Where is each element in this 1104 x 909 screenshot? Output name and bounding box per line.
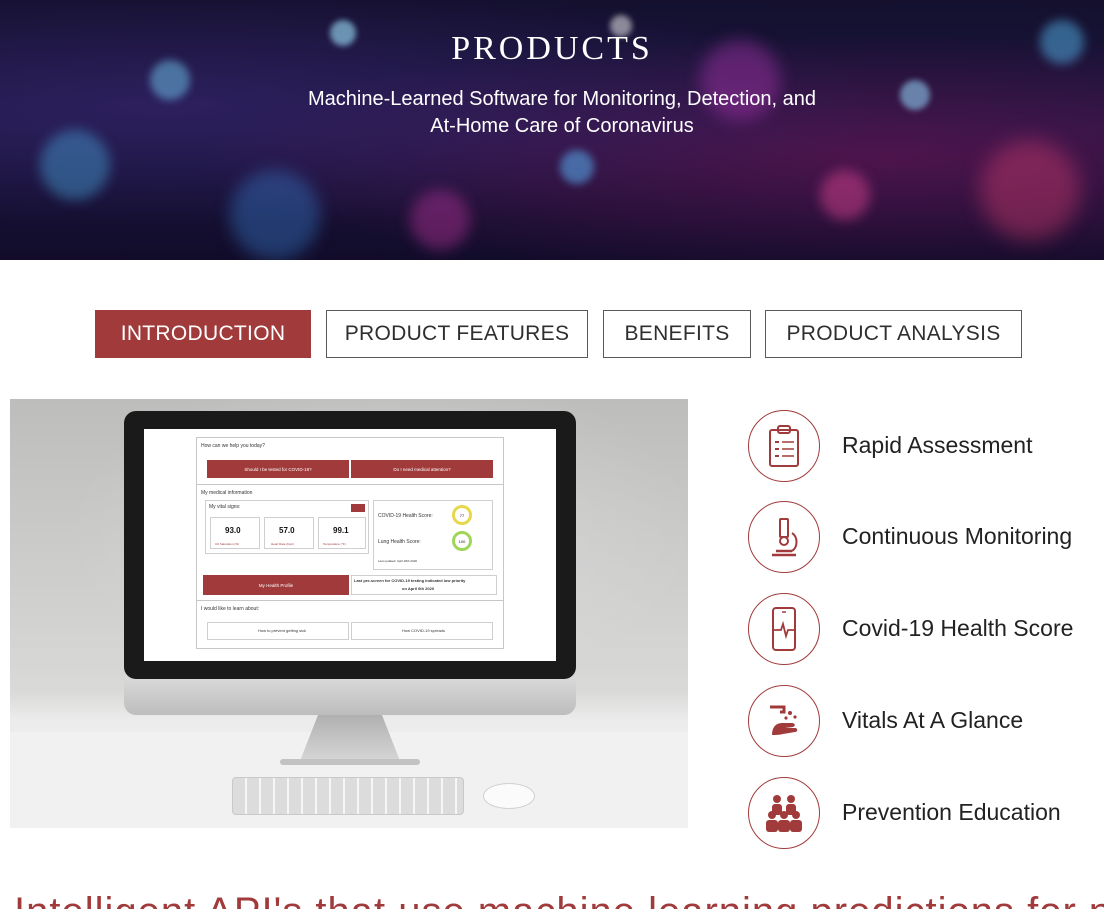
tab-product-analysis[interactable]: PRODUCT ANALYSIS: [765, 310, 1022, 358]
tab-introduction[interactable]: INTRODUCTION: [95, 310, 311, 358]
feature-label: Covid-19 Health Score: [842, 615, 1074, 641]
tab-benefits[interactable]: BENEFITS: [603, 310, 751, 358]
learn-spread-label: How COVID-19 spreads: [402, 628, 445, 633]
edit-icon: [351, 504, 365, 512]
feature-label: Prevention Education: [842, 799, 1061, 825]
mouse: [483, 783, 535, 809]
vital-card: 93.0 O2 Saturation (%): [210, 517, 260, 549]
prescreen-line: Last pre-screen for COVID-19 testing ind…: [354, 578, 466, 583]
learn-prevent-label: How to prevent getting sick: [258, 628, 307, 633]
covid-score-ring: 77: [452, 505, 472, 525]
vital-value: 57.0: [279, 526, 295, 535]
vital-value: 99.1: [333, 526, 349, 535]
page-subtitle: Machine-Learned Software for Monitoring,…: [262, 86, 862, 140]
feature-prevention-education: Prevention Education: [748, 777, 1104, 849]
feature-vitals: Vitals At A Glance: [748, 685, 1104, 757]
bottom-fade: [0, 876, 1104, 892]
vital-label: O2 Saturation (%): [215, 542, 240, 546]
subtitle-line: At-Home Care of Coronavirus: [430, 115, 694, 137]
prescreen-line: on April 6th 2020: [402, 586, 435, 591]
monitor-screen: How can we help you today? Should I be t…: [144, 429, 556, 661]
vital-label: Heart Rate (bpm): [271, 542, 295, 546]
lung-score-ring: 100: [452, 531, 472, 551]
subtitle-line: Machine-Learned Software for Monitoring,…: [307, 88, 817, 110]
vitals-title: My vital signs:: [209, 504, 241, 510]
tab-product-features[interactable]: PRODUCT FEATURES: [326, 310, 588, 358]
bokeh-light: [230, 170, 320, 260]
divider: [197, 484, 503, 485]
hand-wash-icon: [748, 685, 820, 757]
section-headline: Intelligent API's that use machine learn…: [14, 892, 1104, 909]
page-title: PRODUCTS: [451, 30, 653, 67]
bokeh-light: [40, 130, 110, 200]
vital-card: 57.0 Heart Rate (bpm): [264, 517, 314, 549]
product-photo: How can we help you today? Should I be t…: [10, 399, 688, 828]
app-screenshot: How can we help you today? Should I be t…: [196, 437, 504, 649]
vital-value: 93.0: [225, 526, 241, 535]
learn-spread-card: How COVID-19 spreads: [351, 622, 493, 640]
people-group-icon: [748, 777, 820, 849]
medical-info-title: My medical information: [201, 490, 253, 496]
bokeh-light: [980, 140, 1080, 240]
feature-rapid-assessment: Rapid Assessment: [748, 410, 1104, 482]
monitor-stand-base: [280, 759, 420, 765]
last-updated: Last updated: April 28th 2020: [378, 559, 418, 563]
learn-prevent-card: How to prevent getting sick: [207, 622, 349, 640]
covid-score-label: COVID-19 Health Score:: [378, 513, 433, 519]
help-title: How can we help you today?: [201, 443, 265, 449]
bokeh-light: [820, 170, 870, 220]
feature-label: Vitals At A Glance: [842, 707, 1024, 733]
feature-covid-score: Covid-19 Health Score: [748, 593, 1104, 665]
clipboard-icon: [748, 410, 820, 482]
keyboard: [232, 777, 464, 815]
health-profile-button: My Health Profile: [203, 575, 349, 595]
lung-score-label: Lung Health Score:: [378, 539, 421, 545]
microscope-icon: [748, 501, 820, 573]
divider: [197, 600, 503, 601]
feature-label: Rapid Assessment: [842, 432, 1033, 458]
tested-button: Should I be tested for COVID-19?: [207, 460, 349, 478]
bokeh-light: [900, 80, 930, 110]
hero-banner: PRODUCTS Machine-Learned Software for Mo…: [0, 0, 1104, 260]
scores-box: COVID-19 Health Score: 77 Lung Health Sc…: [373, 500, 493, 570]
bokeh-light: [410, 190, 470, 250]
vital-card: 99.1 Temperature (°F): [318, 517, 366, 549]
monitor-chin: [124, 679, 576, 715]
prescreen-box: Last pre-screen for COVID-19 testing ind…: [351, 575, 497, 595]
attention-button: Do I need medical attention?: [351, 460, 493, 478]
vitals-box: My vital signs: 93.0 O2 Saturation (%) 5…: [205, 500, 369, 554]
learn-title: I would like to learn about:: [201, 606, 260, 612]
feature-continuous-monitoring: Continuous Monitoring: [748, 501, 1104, 573]
feature-label: Continuous Monitoring: [842, 523, 1073, 549]
bokeh-light: [560, 150, 594, 184]
vital-label: Temperature (°F): [323, 542, 346, 546]
phone-heartbeat-icon: [748, 593, 820, 665]
